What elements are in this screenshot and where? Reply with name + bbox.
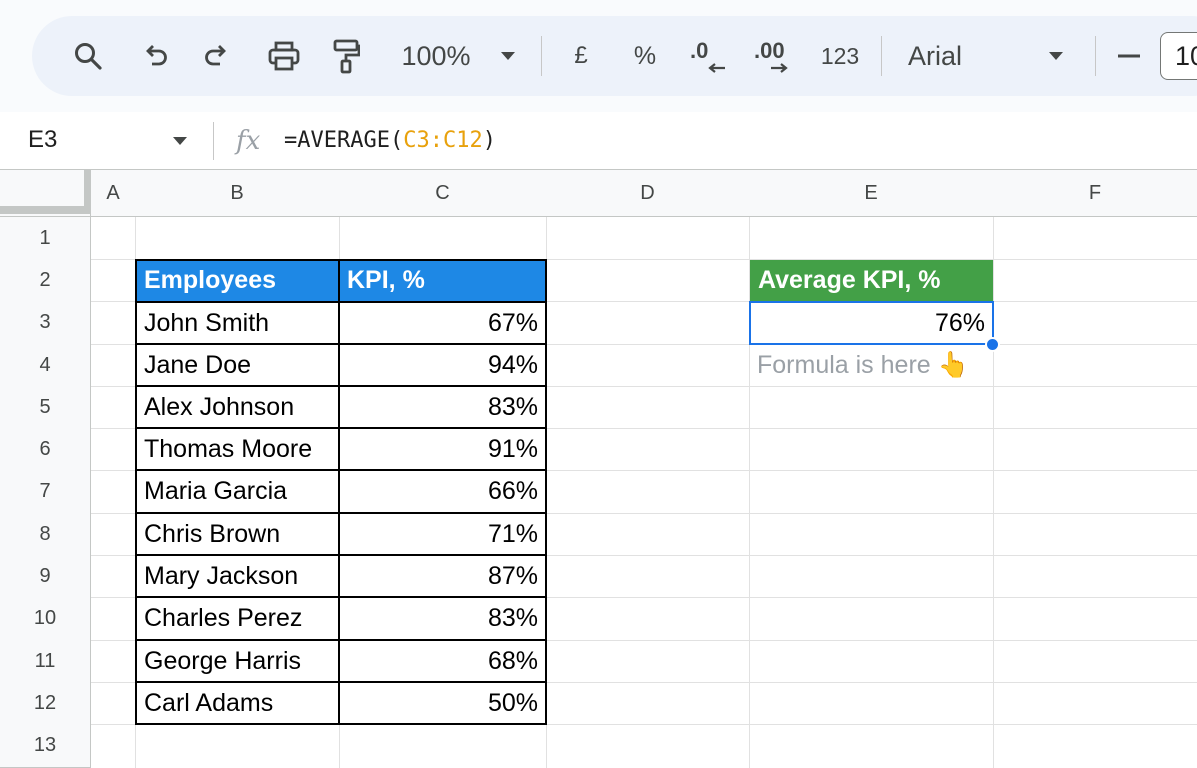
print-icon — [268, 41, 300, 71]
table-row-divider — [135, 554, 547, 556]
row-header-8[interactable]: 8 — [0, 513, 91, 556]
row-header-9[interactable]: 9 — [0, 555, 91, 598]
cell-e4-note[interactable]: Formula is here 👆 — [749, 344, 994, 387]
search-button[interactable] — [68, 16, 108, 96]
table-row-divider — [135, 469, 547, 471]
formula-suffix: ) — [482, 128, 496, 153]
percent-symbol: % — [633, 41, 657, 70]
zoom-select[interactable]: 100% — [394, 16, 478, 96]
undo-icon — [146, 45, 167, 66]
formula-prefix: =AVERAGE( — [284, 128, 404, 153]
toolbar: 100% £ % .0 .00 123 Arial 10 — [32, 16, 1197, 96]
column-header-f[interactable]: F — [993, 169, 1197, 217]
column-header-a[interactable]: A — [91, 169, 136, 217]
decrease-font-size-button[interactable] — [1114, 16, 1144, 96]
redo-icon — [205, 45, 226, 66]
row-header-4[interactable]: 4 — [0, 344, 91, 387]
row-header-1[interactable]: 1 — [0, 217, 91, 260]
increase-decimal-label: .00 — [754, 38, 785, 63]
name-box[interactable]: E3 — [28, 112, 57, 170]
table-row-divider — [135, 596, 547, 598]
fx-icon: fx — [236, 126, 261, 156]
table-row-divider — [135, 301, 547, 303]
row-header-7[interactable]: 7 — [0, 470, 91, 514]
font-size-input[interactable]: 10 — [1160, 32, 1197, 80]
arrow-right-icon — [771, 63, 788, 73]
currency-format-button[interactable]: £ — [564, 16, 598, 96]
zoom-dropdown-icon — [501, 52, 515, 60]
freeze-handle-horizontal[interactable] — [0, 206, 91, 214]
percent-format-button[interactable]: % — [628, 16, 662, 96]
table-row-divider — [135, 427, 547, 429]
formula-bar: E3 fx =AVERAGE(C3:C12) — [0, 112, 1197, 170]
zoom-value: 100% — [401, 40, 471, 71]
column-header-e[interactable]: E — [749, 169, 994, 217]
table-column-divider — [338, 259, 340, 725]
formula-bar-separator — [213, 122, 214, 160]
zoom-dropdown[interactable] — [494, 16, 522, 96]
search-icon — [75, 43, 102, 70]
decrease-decimal-label: .0 — [690, 38, 709, 63]
number-format-label: 123 — [820, 42, 860, 69]
sheet-grid: A B C D E F 1 2 3 4 5 6 7 8 9 10 11 12 1… — [0, 169, 1197, 768]
font-dropdown[interactable] — [1042, 16, 1070, 96]
row-header-10[interactable]: 10 — [0, 597, 91, 641]
print-button[interactable] — [262, 16, 306, 96]
row-header-5[interactable]: 5 — [0, 386, 91, 429]
currency-symbol: £ — [574, 42, 588, 69]
decrease-decimal-button[interactable]: .0 — [688, 16, 732, 96]
column-header-c[interactable]: C — [339, 169, 547, 217]
table-row-divider — [135, 681, 547, 683]
column-header-b[interactable]: B — [135, 169, 340, 217]
paint-format-button[interactable] — [326, 16, 366, 96]
font-name: Arial — [908, 40, 963, 71]
font-dropdown-icon — [1049, 52, 1063, 60]
font-select[interactable]: Arial — [908, 16, 980, 96]
table-row-divider — [135, 639, 547, 641]
formula-range: C3:C12 — [403, 128, 483, 153]
increase-decimal-button[interactable]: .00 — [752, 16, 800, 96]
freeze-handle-vertical[interactable] — [84, 170, 91, 210]
row-header-13[interactable]: 13 — [0, 724, 91, 768]
undo-button[interactable] — [136, 16, 176, 96]
table-border — [135, 259, 547, 725]
toolbar-separator — [881, 36, 882, 76]
row-header-12[interactable]: 12 — [0, 682, 91, 725]
redo-button[interactable] — [196, 16, 236, 96]
number-format-button[interactable]: 123 — [816, 16, 864, 96]
header-cell-average-kpi[interactable]: Average KPI, % — [750, 260, 993, 301]
toolbar-separator — [1095, 36, 1096, 76]
table-row-divider — [135, 512, 547, 514]
paint-format-icon — [333, 39, 360, 74]
table-row-divider — [135, 385, 547, 387]
font-size-value: 10 — [1175, 41, 1197, 71]
select-all-corner[interactable] — [0, 169, 91, 217]
row-header-6[interactable]: 6 — [0, 428, 91, 471]
row-header-3[interactable]: 3 — [0, 301, 91, 345]
table-row-divider — [135, 343, 547, 345]
row-header-11[interactable]: 11 — [0, 640, 91, 683]
gridline — [993, 217, 994, 768]
arrow-left-icon — [708, 63, 725, 73]
formula-input[interactable]: =AVERAGE(C3:C12) — [284, 112, 496, 170]
name-box-dropdown-icon[interactable] — [172, 136, 188, 146]
selection-outline — [749, 301, 994, 345]
row-header-2[interactable]: 2 — [0, 259, 91, 302]
minus-icon — [1118, 54, 1140, 58]
toolbar-separator — [541, 36, 542, 76]
column-header-d[interactable]: D — [546, 169, 750, 217]
